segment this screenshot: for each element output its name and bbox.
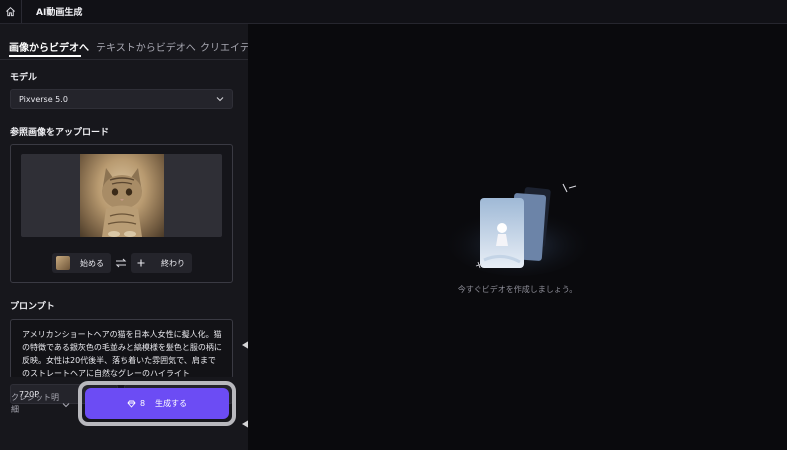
swap-icon[interactable] <box>115 257 127 269</box>
tab-creative[interactable]: クリエイティ <box>200 39 248 54</box>
reference-image-preview <box>21 154 222 237</box>
video-cards-illustration <box>448 183 588 276</box>
upload-area[interactable]: 始める 終わり <box>10 144 233 283</box>
home-button[interactable] <box>0 0 22 23</box>
prompt-textarea[interactable]: アメリカンショートヘアの猫を日本人女性に擬人化。猫の特徴である銀灰色の毛並みと縞… <box>10 319 233 379</box>
prompt-label: プロンプト <box>10 302 55 312</box>
empty-state-message: 今すぐビデオを作成しましょう。 <box>457 285 578 294</box>
start-frame-button[interactable]: 始める <box>52 253 111 273</box>
top-bar: AI動画生成 <box>0 0 787 24</box>
generate-cost: 8 <box>139 399 146 408</box>
app-title: AI動画生成 <box>36 8 83 18</box>
model-label: モデル <box>10 73 38 83</box>
plus-icon <box>137 259 145 267</box>
start-frame-thumbnail <box>56 256 70 270</box>
active-tab-indicator <box>9 55 81 57</box>
generate-label: 生成する <box>155 399 188 408</box>
start-frame-label: 始める <box>80 258 104 268</box>
chevron-down-icon <box>216 97 224 102</box>
gem-icon <box>127 400 136 408</box>
model-select[interactable]: Pixverse 5.0 <box>10 89 233 109</box>
end-frame-label: 終わり <box>161 258 185 268</box>
tab-image-to-video[interactable]: 画像からビデオへ <box>9 39 89 54</box>
home-icon <box>6 6 15 17</box>
upload-label: 参照画像をアップロード <box>10 128 110 138</box>
preview-canvas: 今すぐビデオを作成しましょう。 <box>248 24 787 450</box>
generate-button[interactable]: 8 生成する <box>85 388 229 419</box>
end-frame-button[interactable]: 終わり <box>131 253 192 273</box>
credit-details-link[interactable]: クレジット明細 <box>11 392 63 416</box>
reference-image <box>80 154 164 237</box>
tabs-divider <box>0 59 248 60</box>
chevron-down-icon[interactable] <box>62 402 70 408</box>
tab-text-to-video[interactable]: テキストからビデオへ <box>96 39 196 54</box>
model-select-value: Pixverse 5.0 <box>19 94 68 104</box>
